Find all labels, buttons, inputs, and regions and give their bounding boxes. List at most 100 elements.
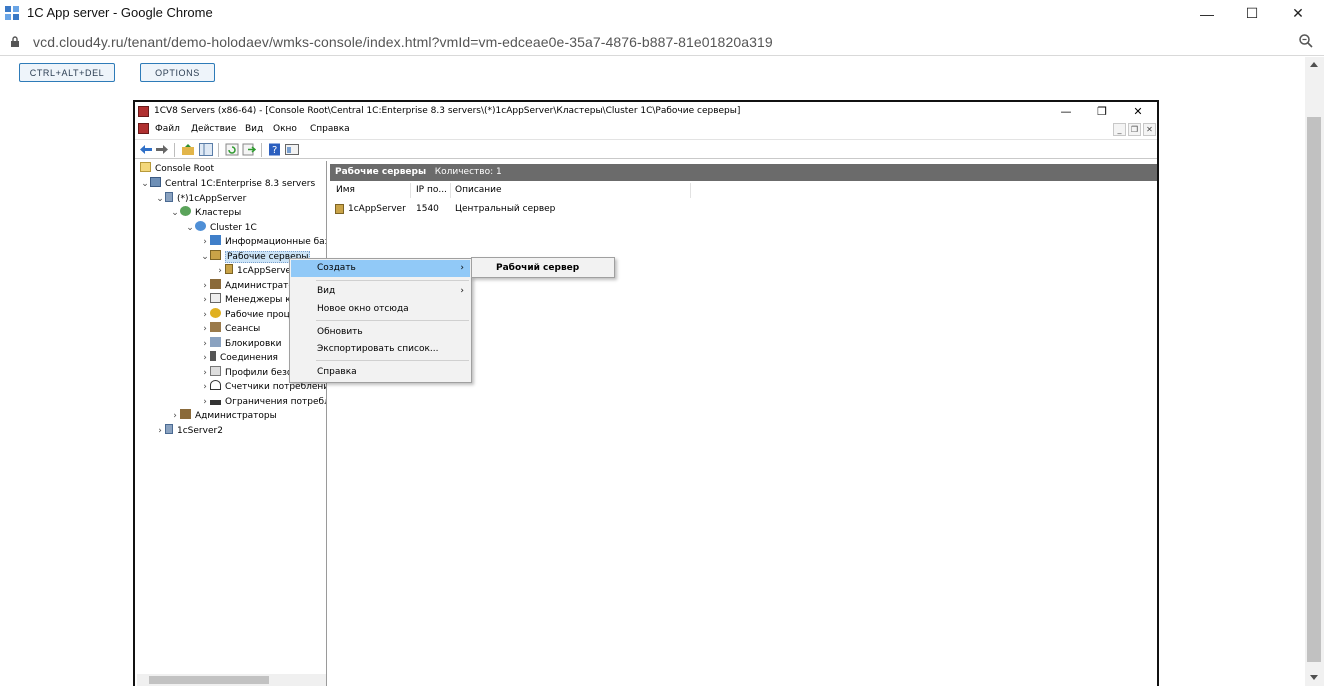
menu-help[interactable]: Справка [310, 124, 350, 134]
result-pane: Рабочие серверы Количество: 1 Имя IP по.… [330, 161, 1157, 686]
context-menu: Создать › Вид › Новое окно отсюда Обнови… [289, 258, 472, 383]
scrollbar-thumb[interactable] [1307, 117, 1321, 662]
column-description[interactable]: Описание [455, 185, 502, 195]
mmc-app-icon [138, 106, 149, 117]
close-button[interactable]: ✕ [1275, 0, 1321, 27]
chevron-right-icon: › [460, 286, 464, 296]
app-icon [5, 6, 20, 21]
tree-scroll-thumb[interactable] [149, 676, 269, 684]
menu-action[interactable]: Действие [191, 124, 236, 134]
mmc-menu-bar: Файл Действие Вид Окно Справка _ ❐ ✕ [135, 121, 1157, 138]
column-ip-port[interactable]: IP по... [416, 185, 447, 195]
server-icon [165, 424, 173, 434]
connections-icon [210, 351, 216, 361]
tree-node-infobases[interactable]: › Информационные базы [200, 235, 326, 249]
menu-item-export-list[interactable]: Экспортировать список... [291, 341, 470, 358]
tree-node-clusters[interactable]: ⌄ Кластеры [170, 206, 241, 220]
up-level-icon[interactable] [181, 143, 195, 156]
tree-node-console-root[interactable]: Console Root [140, 162, 214, 176]
tree-node-cluster-1c[interactable]: ⌄ Cluster 1C [185, 221, 257, 235]
clusters-icon [180, 206, 191, 216]
console-tree: Console Root ⌄ Central 1C:Enterprise 8.3 … [137, 161, 327, 686]
processes-icon [210, 308, 221, 318]
locks-icon [210, 337, 221, 347]
refresh-icon[interactable] [225, 143, 239, 156]
mmc-minimize-button[interactable]: — [1048, 103, 1084, 120]
svg-text:?: ? [272, 145, 277, 156]
minimize-button[interactable]: — [1184, 0, 1230, 27]
chevron-right-icon: › [460, 263, 464, 273]
url-text[interactable]: vcd.cloud4y.ru/tenant/demo-holodaev/wmks… [33, 34, 773, 50]
browser-title-bar: 1C App server - Google Chrome — ☐ ✕ [0, 0, 1324, 27]
cell-description: Центральный сервер [455, 204, 556, 214]
tree-node-1cappserver[interactable]: ⌄ (*)1cAppServer [155, 192, 246, 206]
mmc-title-bar: 1CV8 Servers (x86-64) - [Console Root\Ce… [135, 102, 1157, 121]
forward-arrow-icon[interactable] [155, 143, 169, 156]
column-headers: Имя IP по... Описание [330, 183, 1157, 198]
menu-item-refresh[interactable]: Обновить [291, 324, 470, 341]
tree-node-connections[interactable]: › Соединения [200, 351, 278, 365]
tree-node-central-servers[interactable]: ⌄ Central 1C:Enterprise 8.3 servers [140, 177, 315, 191]
mmc-menu-icon[interactable] [138, 123, 149, 134]
cluster-icon [195, 221, 206, 231]
menu-window[interactable]: Окно [273, 124, 297, 134]
maximize-button[interactable]: ☐ [1229, 0, 1275, 27]
mmc-toolbar: ? [135, 139, 1157, 159]
zoom-icon[interactable] [1298, 33, 1314, 49]
workservers-icon [210, 250, 221, 260]
server-icon [165, 192, 173, 202]
profiles-icon [210, 366, 221, 376]
menu-item-new-window[interactable]: Новое окно отсюда [291, 301, 470, 318]
admins-icon [210, 279, 221, 289]
show-tree-icon[interactable] [199, 143, 213, 156]
back-arrow-icon[interactable] [139, 143, 153, 156]
mdi-restore-button[interactable]: ❐ [1128, 123, 1141, 136]
tree-node-workserver-1cappserver[interactable]: › 1cAppServer [215, 264, 295, 278]
export-icon[interactable] [242, 143, 256, 156]
scroll-down-arrow-icon[interactable] [1310, 675, 1318, 680]
mmc-title: 1CV8 Servers (x86-64) - [Console Root\Ce… [154, 106, 741, 116]
tree-node-1cserver2[interactable]: › 1cServer2 [155, 424, 223, 438]
menu-item-view[interactable]: Вид › [291, 283, 470, 300]
properties-icon[interactable] [285, 143, 299, 156]
options-button[interactable]: OPTIONS [140, 63, 215, 82]
tree-node-server-admins[interactable]: › Администраторы [170, 409, 277, 423]
lock-icon [11, 36, 19, 47]
tree-horizontal-scrollbar[interactable] [137, 674, 326, 686]
window-title: 1C App server - Google Chrome [27, 5, 213, 20]
menu-view[interactable]: Вид [245, 124, 263, 134]
tree-node-locks[interactable]: › Блокировки [200, 337, 282, 351]
page-scrollbar[interactable] [1305, 57, 1324, 686]
mmc-close-button[interactable]: ✕ [1120, 103, 1156, 120]
table-row[interactable]: 1cAppServer 1540 Центральный сервер [330, 202, 730, 216]
mmc-restore-button[interactable]: ❐ [1084, 103, 1120, 120]
counters-icon [210, 380, 221, 390]
tree-node-sessions[interactable]: › Сеансы [200, 322, 260, 336]
workserver-icon [335, 204, 344, 214]
column-name[interactable]: Имя [336, 185, 355, 195]
servers-icon [150, 177, 161, 187]
database-icon [210, 235, 221, 245]
mdi-close-button[interactable]: ✕ [1143, 123, 1156, 136]
menu-item-create[interactable]: Создать › [291, 260, 470, 277]
tree-node-limits[interactable]: ›Ограничения потребления [200, 395, 326, 409]
menu-file[interactable]: Файл [155, 124, 180, 134]
menu-item-work-server[interactable]: Рабочий сервер [473, 260, 613, 277]
scroll-up-arrow-icon[interactable] [1310, 62, 1318, 67]
ctrl-alt-del-button[interactable]: CTRL+ALT+DEL [19, 63, 115, 82]
cell-ip-port: 1540 [416, 204, 439, 214]
managers-icon [210, 293, 221, 303]
result-count: Количество: 1 [434, 167, 502, 177]
help-icon[interactable]: ? [268, 143, 282, 156]
create-submenu: Рабочий сервер [471, 257, 615, 278]
cell-name: 1cAppServer [348, 204, 406, 214]
menu-item-help[interactable]: Справка [291, 364, 470, 381]
address-bar[interactable]: vcd.cloud4y.ru/tenant/demo-holodaev/wmks… [0, 28, 1324, 56]
mmc-window: 1CV8 Servers (x86-64) - [Console Root\Ce… [133, 100, 1159, 686]
admins-icon [180, 409, 191, 419]
folder-icon [140, 162, 151, 172]
mdi-minimize-button[interactable]: _ [1113, 123, 1126, 136]
result-header: Рабочие серверы Количество: 1 [330, 164, 1157, 181]
result-title: Рабочие серверы [335, 167, 427, 177]
workserver-icon [225, 264, 233, 274]
